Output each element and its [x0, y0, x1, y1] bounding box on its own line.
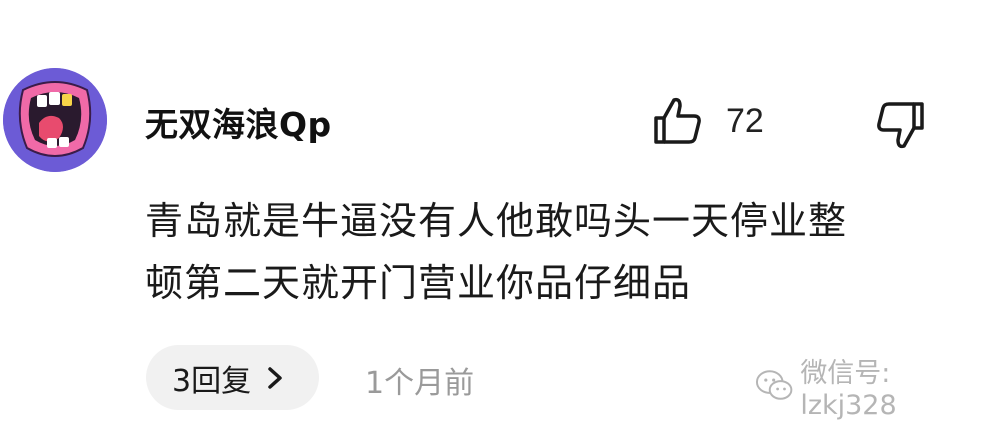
- like-count: 72: [726, 101, 764, 140]
- comment-card: 无双海浪Qp 72 青岛就是牛逼没有人他敢吗头一天停业整 顿第二天就开门营业你品…: [0, 0, 992, 421]
- user-avatar[interactable]: [3, 68, 107, 172]
- replies-button[interactable]: 3回复: [146, 345, 319, 410]
- watermark: 微信号: lzkj328: [755, 351, 992, 421]
- comment-timestamp: 1个月前: [365, 366, 475, 401]
- dislike-button[interactable]: [872, 96, 928, 152]
- like-button[interactable]: 72: [650, 93, 780, 149]
- comment-body: 青岛就是牛逼没有人他敢吗头一天停业整 顿第二天就开门营业你品仔细品: [145, 190, 945, 314]
- replies-label: 3回复: [172, 363, 252, 399]
- wechat-icon: [755, 370, 793, 400]
- screaming-mouth-avatar-icon: [3, 68, 107, 172]
- chevron-right-icon: [268, 366, 282, 389]
- comment-line: 顿第二天就开门营业你品仔细品: [145, 261, 692, 305]
- thumbs-up-icon: [654, 97, 701, 144]
- watermark-text: 微信号: lzkj328: [800, 358, 897, 421]
- comment-line: 青岛就是牛逼没有人他敢吗头一天停业整: [145, 199, 848, 243]
- thumbs-down-icon: [877, 102, 924, 149]
- username[interactable]: 无双海浪Qp: [145, 98, 332, 146]
